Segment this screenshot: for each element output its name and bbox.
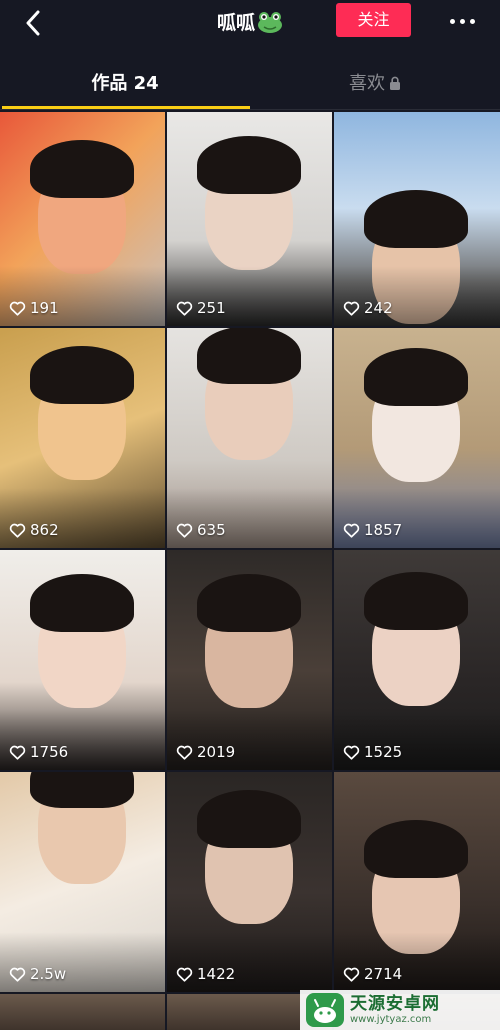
like-count: 242 [343,298,393,318]
heart-icon [343,523,360,538]
like-count: 251 [176,298,226,318]
watermark: 天源安卓网 www.jytyaz.com [300,990,500,1030]
like-count-value: 1857 [364,521,403,539]
more-dot [459,18,465,24]
heart-icon [176,523,193,538]
page-title: 呱呱 [0,8,500,38]
video-thumbnail[interactable]: 635 [167,328,332,548]
like-count: 1525 [343,742,402,762]
tab-likes[interactable]: 喜欢 [250,60,500,110]
profile-tabs: 作品 24 喜欢 [0,60,500,110]
heart-icon [9,967,26,982]
tab-works[interactable]: 作品 24 [0,60,250,110]
video-thumbnail[interactable]: 2.5w [0,772,165,992]
heart-icon [343,745,360,760]
watermark-name: 天源安卓网 [350,994,440,1014]
thumbnail-hair [364,820,468,878]
more-options-button[interactable] [440,8,484,34]
like-count-value: 2019 [197,743,236,761]
heart-icon [9,745,26,760]
thumbnail-hair [30,772,134,808]
heart-icon [176,967,193,982]
heart-icon [9,301,26,316]
video-thumbnail[interactable]: 2714 [334,772,500,992]
thumbnail-hair [197,574,301,632]
thumbnail-hair [197,328,301,384]
heart-icon [9,523,26,538]
video-grid: 191 251 242 862 635 1857 1756 2019 1525 2.5w 1422 2… [0,110,500,1030]
thumbnail-hair [364,190,468,248]
video-thumbnail[interactable]: 1422 [167,772,332,992]
heart-icon [176,301,193,316]
thumbnail-hair [30,346,134,404]
watermark-url: www.jytyaz.com [350,1014,432,1025]
like-count-value: 2714 [364,965,403,983]
like-count-value: 2.5w [30,965,67,983]
video-thumbnail[interactable]: 862 [0,328,165,548]
tab-likes-label: 喜欢 [349,73,385,94]
heart-icon [176,745,193,760]
android-logo-icon [306,993,344,1027]
lock-icon [389,62,401,110]
heart-icon [343,301,360,316]
like-count-value: 191 [30,299,59,317]
profile-header: 呱呱 关注 [0,0,500,48]
watermark-text: 天源安卓网 www.jytyaz.com [350,994,440,1026]
thumbnail-image [0,994,165,1030]
like-count-value: 862 [30,521,59,539]
thumbnail-hair [197,790,301,848]
more-dot [449,18,455,24]
video-thumbnail[interactable]: 242 [334,112,500,326]
like-count-value: 635 [197,521,226,539]
like-count-value: 1422 [197,965,236,983]
video-thumbnail[interactable]: 2019 [167,550,332,770]
like-count: 862 [9,520,59,540]
heart-icon [343,967,360,982]
video-thumbnail[interactable]: 1756 [0,550,165,770]
like-count-value: 251 [197,299,226,317]
video-thumbnail[interactable] [0,994,165,1030]
like-count: 635 [176,520,226,540]
thumbnail-hair [364,348,468,406]
frog-emoji-icon [257,11,283,33]
like-count: 1756 [9,742,68,762]
tab-works-label: 作品 24 [91,73,159,94]
thumbnail-hair [30,140,134,198]
more-dot [469,18,475,24]
thumbnail-hair [364,572,468,630]
like-count-value: 1756 [30,743,69,761]
thumbnail-hair [197,136,301,194]
like-count-value: 1525 [364,743,403,761]
like-count: 1857 [343,520,402,540]
follow-button[interactable]: 关注 [336,3,411,37]
like-count: 191 [9,298,59,318]
thumbnail-hair [30,574,134,632]
like-count-value: 242 [364,299,393,317]
video-thumbnail[interactable]: 191 [0,112,165,326]
like-count: 2.5w [9,964,66,984]
like-count: 2714 [343,964,402,984]
video-thumbnail[interactable]: 251 [167,112,332,326]
video-thumbnail[interactable]: 1857 [334,328,500,548]
username: 呱呱 [216,12,255,34]
video-thumbnail[interactable]: 1525 [334,550,500,770]
like-count: 2019 [176,742,235,762]
like-count: 1422 [176,964,235,984]
active-tab-indicator [2,106,250,109]
